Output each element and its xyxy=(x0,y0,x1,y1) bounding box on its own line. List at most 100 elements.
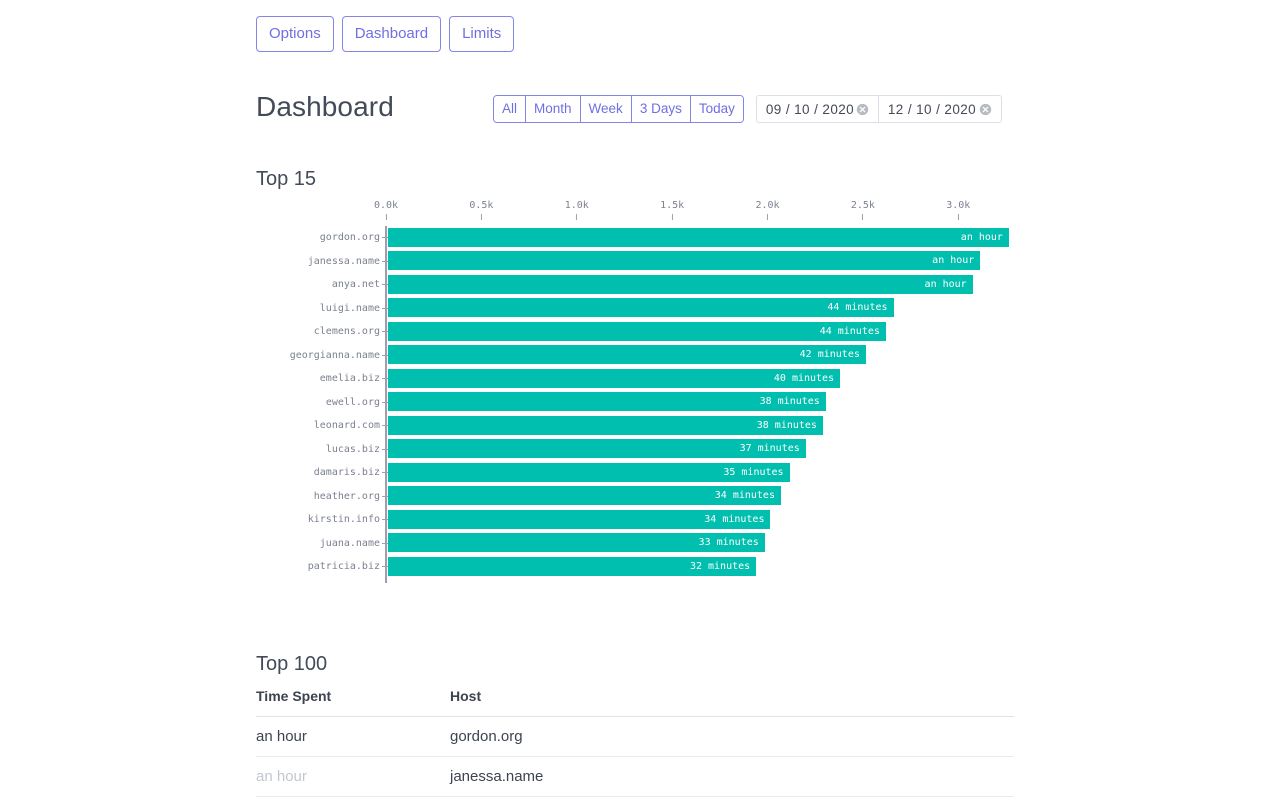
chart-bar[interactable]: 40 minutes xyxy=(388,369,840,388)
top15-bar-chart: 0.0k0.5k1.0k1.5k2.0k2.5k3.0k gordon.orga… xyxy=(256,200,1016,600)
chart-bar-row[interactable]: heather.org34 minutes xyxy=(256,485,1016,509)
chart-bar[interactable]: 33 minutes xyxy=(388,533,765,552)
range-3days-button[interactable]: 3 Days xyxy=(632,96,691,122)
chart-bar-row[interactable]: gordon.org an hour xyxy=(256,226,1016,250)
nav-dashboard-button[interactable]: Dashboard xyxy=(342,16,441,52)
chart-bar-value-label: 34 minutes xyxy=(704,514,764,525)
start-date-field[interactable]: 09 / 10 / 2020 xyxy=(757,96,879,122)
column-header-host: Host xyxy=(450,688,1014,717)
chart-bar-row[interactable]: emelia.biz 40 minutes xyxy=(256,367,1016,391)
range-all-button[interactable]: All xyxy=(494,96,526,122)
chart-bar-row[interactable]: leonard.com 38 minutes xyxy=(256,414,1016,438)
chart-category-label: ewell.org xyxy=(256,397,382,408)
x-axis-tick-mark xyxy=(862,214,863,220)
cell-time-spent: an hour xyxy=(256,717,450,757)
table-row[interactable]: an hourjanessa.name xyxy=(256,757,1014,797)
chart-bar-row[interactable]: ewell.org 38 minutes xyxy=(256,391,1016,415)
chart-bar-track: 38 minutes xyxy=(388,391,1016,415)
chart-bar-row[interactable]: anya.net an hour xyxy=(256,273,1016,297)
nav-options-button[interactable]: Options xyxy=(256,16,334,52)
chart-bar-row[interactable]: kirstin.info 34 minutes xyxy=(256,508,1016,532)
chart-bar[interactable]: 37 minutes xyxy=(388,439,806,458)
chart-category-label: kirstin.info xyxy=(256,514,382,525)
top100-table: Time Spent Host an hourgordon.organ hour… xyxy=(256,688,1014,797)
chart-bar-track: an hour xyxy=(388,226,1016,250)
chart-bar[interactable]: 32 minutes xyxy=(388,557,756,576)
chart-bar-track: 44 minutes xyxy=(388,297,1016,321)
chart-category-label: georgianna.name xyxy=(256,350,382,361)
chart-category-label: leonard.com xyxy=(256,420,382,431)
clear-circle-icon[interactable] xyxy=(979,103,992,116)
chart-bar[interactable]: 42 minutes xyxy=(388,345,866,364)
x-axis-tick-label: 2.5k xyxy=(851,200,875,211)
chart-category-label: gordon.org xyxy=(256,232,382,243)
range-week-button[interactable]: Week xyxy=(581,96,632,122)
chart-category-label: luigi.name xyxy=(256,303,382,314)
chart-bar[interactable]: 44 minutes xyxy=(388,298,894,317)
column-header-time-spent: Time Spent xyxy=(256,688,450,717)
chart-bar-track: 42 minutes xyxy=(388,344,1016,368)
chart-bar-row[interactable]: lucas.biz 37 minutes xyxy=(256,438,1016,462)
x-axis-tick-mark xyxy=(958,214,959,220)
chart-bar-row[interactable]: georgianna.name 42 minutes xyxy=(256,344,1016,368)
chart-bar-value-label: 38 minutes xyxy=(760,396,820,407)
chart-bar-track: 33 minutes xyxy=(388,532,1016,556)
top100-heading: Top 100 xyxy=(256,653,327,676)
chart-bar-value-label: 44 minutes xyxy=(820,326,880,337)
chart-bar[interactable]: 34 minutes xyxy=(388,486,781,505)
x-axis-tick-label: 0.0k xyxy=(374,200,398,211)
x-axis-tick-label: 1.0k xyxy=(565,200,589,211)
page-title: Dashboard xyxy=(256,91,394,123)
chart-bar-value-label: an hour xyxy=(961,232,1003,243)
nav-limits-button[interactable]: Limits xyxy=(449,16,514,52)
chart-bar-row[interactable]: janessa.name an hour xyxy=(256,250,1016,274)
range-today-button[interactable]: Today xyxy=(691,96,743,122)
table-body: an hourgordon.organ hourjanessa.name xyxy=(256,717,1014,797)
chart-bar-value-label: 32 minutes xyxy=(690,561,750,572)
end-date-field[interactable]: 12 / 10 / 2020 xyxy=(879,96,1001,122)
chart-category-label: lucas.biz xyxy=(256,444,382,455)
chart-bar-value-label: 38 minutes xyxy=(757,420,817,431)
chart-bar-row[interactable]: patricia.biz32 minutes xyxy=(256,555,1016,579)
x-axis-tick-mark xyxy=(481,214,482,220)
x-axis-tick-mark xyxy=(672,214,673,220)
chart-bar-track: 38 minutes xyxy=(388,414,1016,438)
chart-x-axis: 0.0k0.5k1.0k1.5k2.0k2.5k3.0k xyxy=(256,200,1016,226)
chart-bar[interactable]: 34 minutes xyxy=(388,510,770,529)
chart-bar-row[interactable]: damaris.biz 35 minutes xyxy=(256,461,1016,485)
chart-bar[interactable]: an hour xyxy=(388,275,973,294)
chart-bar-track: 35 minutes xyxy=(388,461,1016,485)
chart-category-label: emelia.biz xyxy=(256,373,382,384)
start-date-value: 09 / 10 / 2020 xyxy=(766,102,854,117)
chart-category-label: damaris.biz xyxy=(256,467,382,478)
x-axis-tick-mark xyxy=(767,214,768,220)
chart-bar[interactable]: an hour xyxy=(388,251,980,270)
x-axis-tick-label: 1.5k xyxy=(660,200,684,211)
chart-bar[interactable]: 38 minutes xyxy=(388,392,826,411)
chart-bar-row[interactable]: juana.name33 minutes xyxy=(256,532,1016,556)
clear-circle-icon[interactable] xyxy=(856,103,869,116)
chart-bar-row[interactable]: clemens.org44 minutes xyxy=(256,320,1016,344)
chart-category-label: janessa.name xyxy=(256,256,382,267)
chart-bar[interactable]: 38 minutes xyxy=(388,416,823,435)
range-month-button[interactable]: Month xyxy=(526,96,581,122)
table-row[interactable]: an hourgordon.org xyxy=(256,717,1014,757)
chart-bar-track: 34 minutes xyxy=(388,485,1016,509)
chart-bar-value-label: 42 minutes xyxy=(800,349,860,360)
x-axis-tick-label: 0.5k xyxy=(469,200,493,211)
chart-bar-rows: gordon.organ hourjanessa.namean houranya… xyxy=(256,226,1016,579)
chart-bar-value-label: an hour xyxy=(925,279,967,290)
chart-bar-value-label: 44 minutes xyxy=(827,302,887,313)
table-header: Time Spent Host xyxy=(256,688,1014,717)
chart-bar[interactable]: an hour xyxy=(388,228,1009,247)
cell-host: janessa.name xyxy=(450,757,1014,797)
chart-bar[interactable]: 44 minutes xyxy=(388,322,886,341)
chart-bar[interactable]: 35 minutes xyxy=(388,463,790,482)
chart-category-label: anya.net xyxy=(256,279,382,290)
x-axis-tick-mark xyxy=(576,214,577,220)
chart-bar-value-label: 40 minutes xyxy=(774,373,834,384)
end-date-value: 12 / 10 / 2020 xyxy=(888,102,976,117)
x-axis-tick: 1.0k xyxy=(565,200,589,220)
chart-bar-row[interactable]: luigi.name 44 minutes xyxy=(256,297,1016,321)
chart-bar-value-label: 37 minutes xyxy=(740,443,800,454)
